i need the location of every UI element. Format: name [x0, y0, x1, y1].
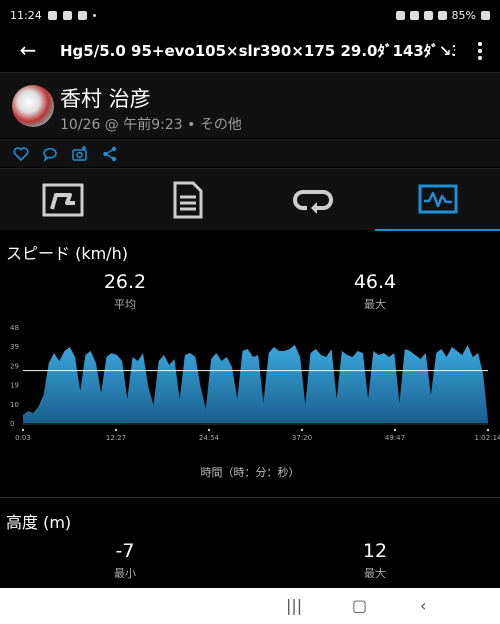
avatar[interactable]	[12, 85, 54, 127]
speed-average-value: 26.2	[103, 271, 147, 293]
battery-icon	[481, 11, 490, 20]
wifi-icon	[423, 11, 433, 20]
speed-section: スピード (km/h) 26.2 平均 46.4 最大 0 10 19 29 39 48 0…	[0, 231, 500, 497]
y-tick-label: 39	[10, 343, 19, 351]
altitude-min-label: 最小	[114, 567, 136, 580]
activity-datetime: 10/26 @ 午前9:23 • その他	[60, 117, 242, 133]
loop-icon	[292, 190, 333, 214]
battery-level: 85%	[451, 9, 476, 22]
activity-header: 香村 治彦 10/26 @ 午前9:23 • その他	[0, 72, 500, 138]
comment-icon[interactable]	[41, 145, 59, 163]
chart-icon	[418, 184, 457, 214]
altitude-title: 高度 (m)	[6, 513, 72, 532]
message-icon	[77, 11, 87, 20]
speed-max: 46.4 最大	[300, 271, 450, 312]
x-tick-label: 12:27	[106, 434, 126, 442]
altitude-min: -7 最小	[50, 540, 200, 581]
activity-title: Hg5/5.0 95+evo105×slr390×175 29.0ﾀﾞ143ﾀﾞ…	[60, 42, 455, 60]
speed-max-label: 最大	[364, 298, 386, 311]
x-tick-label: 49:47	[385, 434, 405, 442]
tab-stats[interactable]	[125, 169, 250, 231]
speed-average: 26.2 平均	[50, 271, 200, 312]
altitude-max-label: 最大	[364, 567, 386, 580]
altitude-max: 12 最大	[300, 540, 450, 581]
x-tick-label: 24:54	[199, 434, 220, 442]
tab-laps[interactable]	[250, 169, 375, 231]
notification-icon	[47, 11, 57, 20]
speed-area	[23, 345, 488, 423]
mute-icon	[409, 11, 419, 20]
x-tick-mark	[486, 428, 490, 432]
back-arrow-icon[interactable]: ←	[14, 36, 42, 64]
y-tick-label: 19	[10, 382, 19, 390]
app-bar: ← Hg5/5.0 95+evo105×slr390×175 29.0ﾀﾞ143…	[0, 30, 500, 72]
x-tick-mark	[393, 428, 397, 432]
y-tick-label: 10	[10, 401, 19, 409]
x-tick-mark	[207, 428, 211, 432]
x-tick-label: 0:03	[15, 434, 31, 442]
tab-charts[interactable]	[375, 169, 500, 231]
document-icon	[173, 181, 202, 219]
user-name[interactable]: 香村 治彦	[60, 83, 151, 113]
gallery-icon	[62, 11, 72, 20]
more-notifications-icon	[92, 14, 96, 17]
action-bar	[0, 139, 500, 167]
activity-tabs	[0, 168, 500, 231]
signal-icon	[437, 11, 447, 20]
like-heart-icon[interactable]	[12, 145, 30, 163]
altitude-max-value: 12	[362, 540, 388, 562]
home-icon[interactable]: ▢	[352, 596, 367, 616]
alarm-icon	[395, 11, 405, 20]
y-tick-label: 0	[10, 420, 14, 428]
speed-title: スピード (km/h)	[6, 244, 128, 263]
recents-icon[interactable]: |||	[286, 596, 302, 616]
back-nav-icon[interactable]: ‹	[420, 596, 426, 616]
status-time: 11:24	[10, 9, 42, 22]
x-axis-title: 時間（時：分：秒）	[200, 466, 300, 479]
x-tick-mark	[300, 428, 304, 432]
x-tick-mark	[114, 428, 118, 432]
x-tick-label: 1:02:14	[475, 434, 500, 442]
tab-overview[interactable]	[0, 169, 125, 231]
system-nav-bar: ||| ▢ ‹	[0, 588, 500, 624]
share-icon[interactable]	[101, 145, 119, 163]
speed-average-label: 平均	[114, 298, 136, 311]
overflow-menu-icon[interactable]	[470, 38, 490, 64]
x-tick-mark	[21, 428, 25, 432]
y-tick-label: 48	[10, 324, 19, 332]
speed-chart[interactable]: 0 10 19 29 39 48 0:03 12:27 24:54 37:20 49:47 1:02:…	[0, 319, 500, 459]
y-tick-label: 29	[10, 362, 19, 370]
course-map-icon	[42, 183, 83, 217]
altitude-section: 高度 (m) -7 最小 12 最大	[0, 498, 500, 588]
altitude-min-value: -7	[115, 540, 135, 562]
status-bar: 11:24 85%	[0, 0, 500, 30]
x-tick-label: 37:20	[292, 434, 312, 442]
speed-max-value: 46.4	[353, 271, 397, 293]
add-photo-icon[interactable]	[71, 145, 89, 163]
